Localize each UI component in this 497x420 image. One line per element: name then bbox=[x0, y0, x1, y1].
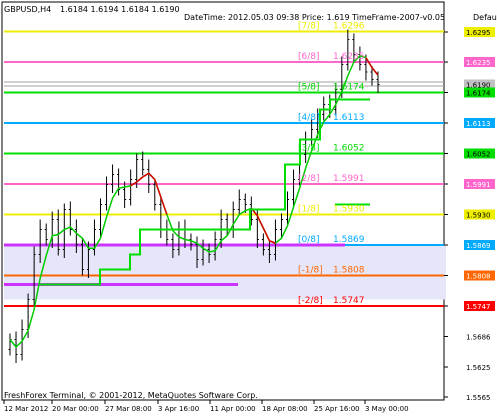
ohlc-values: 1.6184 1.6194 1.6184 1.6190 bbox=[60, 5, 180, 14]
price-tag-label: 1.5930 bbox=[466, 212, 491, 220]
murrey-level-label: [2/8] bbox=[298, 174, 320, 184]
x-tick-label: 25 Apr 16:00 bbox=[314, 405, 360, 413]
murrey-level-value: 1.5930 bbox=[333, 205, 365, 215]
y-tick-label: 1.5625 bbox=[466, 364, 491, 372]
y-tick-label: 1.5686 bbox=[466, 334, 491, 342]
murrey-level-value: 1.6174 bbox=[333, 83, 365, 93]
murrey-level-value: 1.6113 bbox=[333, 113, 365, 123]
murrey-level-value: 1.5808 bbox=[333, 266, 365, 276]
murrey-level-value: 1.5869 bbox=[333, 235, 365, 245]
murrey-level-label: [6/8] bbox=[298, 52, 320, 62]
murrey-level-value: 1.6296 bbox=[333, 22, 365, 32]
murrey-level-value: 1.6235 bbox=[333, 52, 365, 62]
support-band bbox=[4, 245, 446, 300]
price-tag-label: 1.5808 bbox=[466, 273, 491, 281]
price-tag-label: 1.6174 bbox=[466, 90, 491, 98]
murrey-level-label: [7/8] bbox=[298, 22, 320, 32]
y-tick-label: 1.5565 bbox=[466, 394, 491, 402]
murrey-level-label: [5/8] bbox=[298, 83, 320, 93]
x-tick-label: 3 May 00:00 bbox=[365, 405, 409, 413]
murrey-level-label: [4/8] bbox=[298, 113, 320, 123]
price-chart[interactable]: GBPUSD,H4 1.6184 1.6194 1.6184 1.6190 Da… bbox=[0, 0, 497, 416]
price-tag-label: 1.5747 bbox=[466, 303, 491, 311]
murrey-level-value: 1.5991 bbox=[333, 174, 365, 184]
murrey-level-label: [1/8] bbox=[298, 205, 320, 215]
x-tick-label: 11 Apr 00:00 bbox=[210, 405, 256, 413]
x-tick-label: 20 Mar 00:00 bbox=[52, 405, 99, 413]
murrey-level-value: 1.5747 bbox=[333, 296, 365, 306]
price-tag-label: 1.6052 bbox=[466, 151, 491, 159]
default-label: Defau bbox=[473, 13, 497, 22]
chart-canvas: GBPUSD,H4 1.6184 1.6194 1.6184 1.6190 Da… bbox=[0, 0, 497, 416]
price-tag-label: 1.5869 bbox=[466, 242, 491, 250]
x-tick-label: 27 Mar 08:00 bbox=[105, 405, 152, 413]
price-tag-label: 1.5991 bbox=[466, 181, 491, 189]
symbol-label: GBPUSD,H4 bbox=[4, 5, 51, 14]
x-tick-label: 12 Mar 2012 bbox=[4, 405, 48, 413]
copyright-text: FreshForex Terminal, © 2001-2012, MetaQu… bbox=[4, 391, 258, 400]
murrey-level-value: 1.6052 bbox=[333, 144, 365, 154]
x-tick-label: 3 Apr 16:00 bbox=[158, 405, 199, 413]
murrey-level-label: [-2/8] bbox=[298, 296, 323, 306]
murrey-level-label: [3/8] bbox=[298, 144, 320, 154]
price-tag-label: 1.6295 bbox=[466, 29, 491, 37]
price-tag-label: 1.6113 bbox=[466, 120, 491, 128]
murrey-level-label: [-1/8] bbox=[298, 266, 323, 276]
x-tick-label: 18 Apr 08:00 bbox=[262, 405, 308, 413]
price-tag-label: 1.6235 bbox=[466, 59, 491, 67]
murrey-level-label: [0/8] bbox=[298, 235, 320, 245]
